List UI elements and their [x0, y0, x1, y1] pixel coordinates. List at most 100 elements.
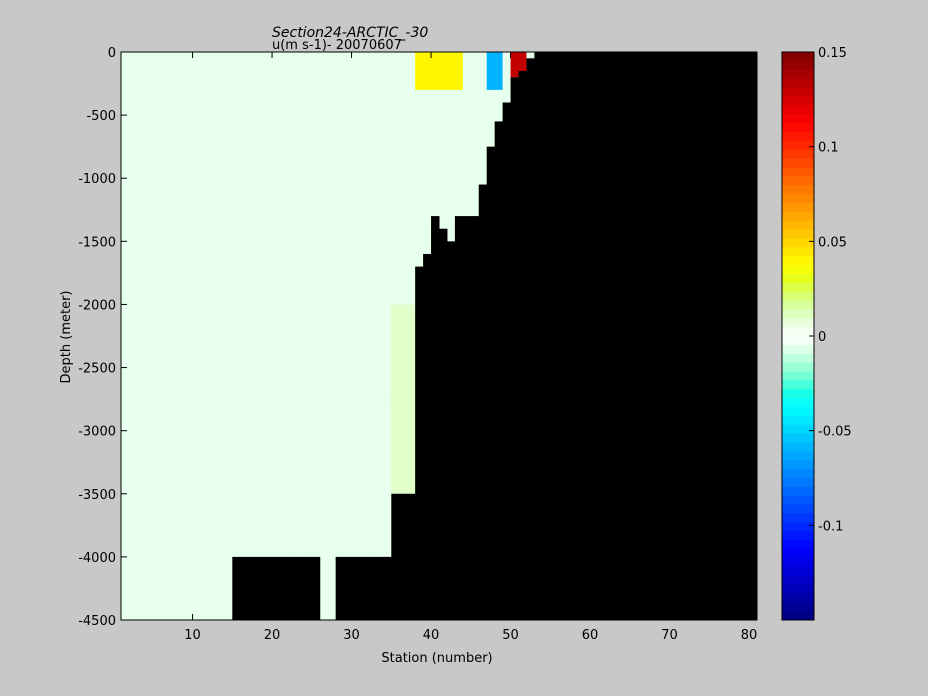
colorbar-swatch: [782, 309, 814, 319]
heatmap-cell: [216, 203, 225, 217]
heatmap-cell: [272, 279, 281, 293]
heatmap-cell: [272, 89, 281, 103]
heatmap-cell: [272, 203, 281, 217]
heatmap-cell: [248, 89, 257, 103]
heatmap-cell: [200, 556, 209, 571]
heatmap-cell: [454, 89, 464, 103]
heatmap-cell: [160, 443, 170, 457]
heatmap-cell: [303, 329, 313, 343]
heatmap-cell: [121, 405, 130, 419]
heatmap-cell: [295, 531, 305, 545]
heatmap-cell: [462, 89, 472, 103]
heatmap-cell: [375, 430, 384, 444]
heatmap-cell: [216, 380, 225, 394]
colorbar-swatch: [782, 140, 814, 151]
heatmap-cell: [128, 178, 138, 192]
heatmap-cell: [351, 203, 360, 217]
heatmap-cell: [446, 178, 456, 192]
heatmap-cell: [256, 493, 265, 507]
heatmap-cell: [216, 115, 225, 129]
heatmap-cell: [240, 266, 249, 280]
heatmap-cell: [128, 418, 138, 432]
heatmap-cell: [144, 190, 154, 204]
heatmap-cell: [152, 392, 162, 406]
heatmap-cell: [176, 405, 186, 419]
heatmap-cell: [462, 77, 472, 91]
heatmap-cell: [470, 64, 480, 78]
heatmap-cell: [446, 127, 456, 141]
heatmap-cell: [383, 380, 392, 394]
heatmap-cell: [224, 253, 233, 268]
heatmap-cell: [383, 493, 392, 507]
heatmap-cell: [327, 481, 337, 495]
heatmap-cell: [319, 342, 329, 356]
heatmap-cell: [439, 102, 448, 116]
heatmap-cell: [343, 228, 353, 242]
heatmap-cell: [343, 519, 353, 533]
heatmap-cell: [303, 418, 313, 432]
colorbar-swatch: [782, 442, 814, 452]
heatmap-cell: [280, 279, 289, 293]
heatmap-cell: [311, 354, 321, 369]
heatmap-cell: [375, 253, 384, 268]
heatmap-cell: [383, 127, 392, 141]
heatmap-cell: [168, 418, 178, 432]
heatmap-cell: [375, 102, 384, 116]
heatmap-cell: [136, 329, 146, 343]
heatmap-cell: [343, 102, 353, 116]
heatmap-cell: [351, 89, 360, 103]
land-column: [550, 52, 559, 620]
heatmap-cell: [248, 418, 257, 432]
heatmap-cell: [264, 266, 273, 280]
heatmap-cell: [128, 228, 138, 242]
heatmap-cell: [407, 481, 416, 495]
heatmap-cell: [272, 304, 281, 318]
heatmap-cell: [439, 152, 448, 167]
land-column: [264, 556, 273, 620]
heatmap-cell: [200, 329, 209, 343]
heatmap-cell: [343, 203, 353, 217]
heatmap-cell: [319, 556, 329, 571]
y-tick-label: -500: [86, 109, 116, 124]
heatmap-cell: [232, 544, 241, 558]
heatmap-cell: [431, 165, 440, 179]
heatmap-cell: [144, 253, 154, 268]
heatmap-cell: [152, 569, 162, 583]
heatmap-cell: [359, 418, 368, 432]
heatmap-cell: [327, 582, 337, 596]
heatmap-cell: [431, 178, 440, 192]
heatmap-cell: [383, 405, 392, 419]
heatmap-cell: [272, 455, 281, 470]
heatmap-cell: [295, 367, 305, 381]
heatmap-cell: [375, 291, 384, 305]
heatmap-cell: [399, 52, 408, 66]
heatmap-cell: [423, 165, 432, 179]
heatmap-cell: [375, 342, 384, 356]
land-column: [383, 556, 392, 620]
land-column: [311, 556, 321, 620]
heatmap-cell: [168, 329, 178, 343]
heatmap-cell: [351, 266, 360, 280]
heatmap-cell: [343, 481, 353, 495]
heatmap-cell: [383, 152, 392, 167]
heatmap-cell: [152, 52, 162, 66]
heatmap-cell: [160, 544, 170, 558]
heatmap-cell: [248, 190, 257, 204]
heatmap-cell: [160, 329, 170, 343]
heatmap-cell: [335, 127, 345, 141]
heatmap-cell: [160, 291, 170, 305]
heatmap-cell: [192, 354, 201, 369]
heatmap-cell: [192, 443, 201, 457]
heatmap-cell: [359, 392, 368, 406]
heatmap-cell: [383, 468, 392, 482]
colorbar-swatch: [782, 611, 814, 621]
heatmap-cell: [391, 241, 400, 255]
heatmap-cell: [383, 354, 392, 369]
heatmap-cell: [128, 329, 138, 343]
land-column: [526, 58, 535, 621]
heatmap-cell: [391, 418, 400, 432]
heatmap-cell: [319, 468, 329, 482]
heatmap-cell: [136, 531, 146, 545]
heatmap-cell: [295, 380, 305, 394]
heatmap-cell: [121, 342, 130, 356]
